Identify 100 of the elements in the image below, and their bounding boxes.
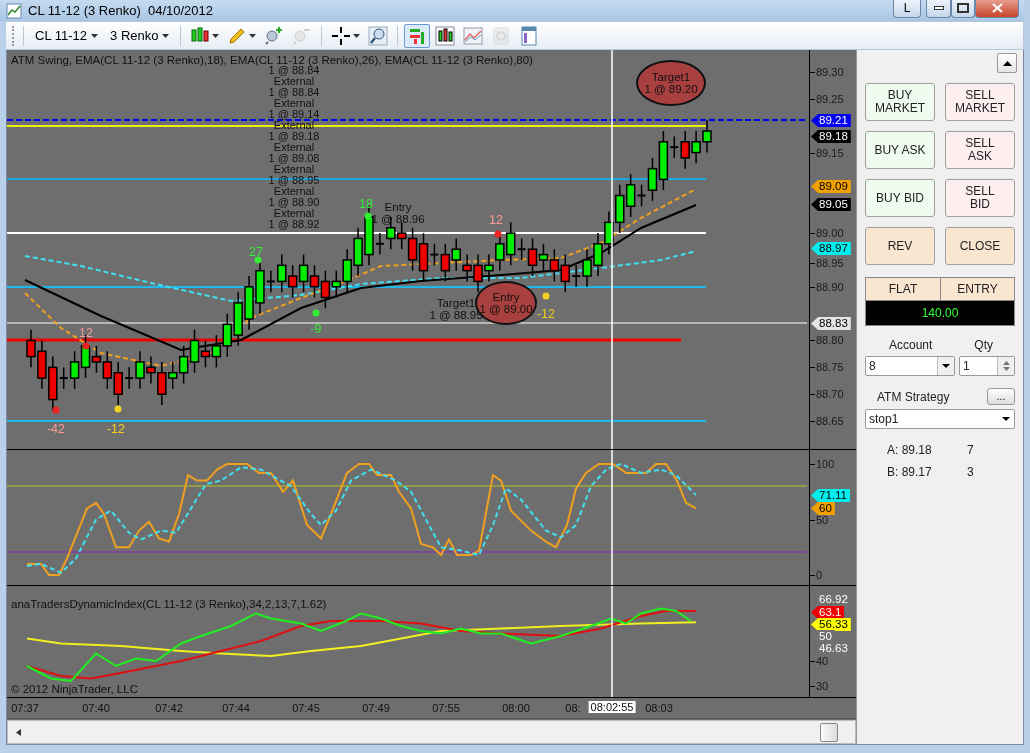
quote-size: 7 [967, 443, 975, 457]
caret-icon [249, 33, 257, 38]
candlestick [462, 253, 472, 283]
field-label: ATM Strategy [877, 389, 950, 404]
quantity-spinner[interactable]: 1 [959, 356, 1015, 376]
candlestick [484, 253, 494, 283]
price-tag: 89.09 [811, 180, 851, 193]
account-dropdown[interactable]: 8 [865, 356, 955, 376]
bar-type-dropdown[interactable]: 3 Renko [105, 25, 175, 46]
axis-label: 88.70 [816, 388, 844, 400]
order-button[interactable]: SELL ASK [945, 131, 1015, 169]
axis-label: 50 [816, 514, 829, 526]
candlestick [26, 329, 36, 369]
indicator-legend: ATM Swing, EMA(CL 11-12 (3 Renko),18), EMA(CL 11-12 (3 Renko),26), EMA(CL 11-12 (3 Renko),80) [11, 54, 533, 66]
strategy-dropdown[interactable]: stop1 [865, 409, 1015, 429]
candlestick [451, 237, 461, 272]
candlestick [320, 269, 331, 310]
order-button[interactable]: BUY MARKET [865, 83, 935, 121]
scroll-thumb[interactable] [820, 723, 838, 742]
position-mode: ENTRY [940, 278, 1014, 300]
candlestick-icon [435, 25, 456, 46]
candlestick [244, 275, 254, 331]
order-button[interactable]: BUY BID [865, 179, 935, 217]
axis-label: 88.75 [816, 361, 844, 373]
time-label: 07:55 [432, 702, 460, 714]
execution-label: 1 @ 88.84 [268, 65, 320, 76]
trade-detail: 1 @ 89.00 [479, 303, 533, 315]
axis-label: 30 [816, 680, 829, 692]
axis-label: 40 [816, 655, 829, 667]
price-tag: 89.05 [811, 198, 851, 211]
price-tag: 89.18 [811, 130, 851, 143]
minimize-button[interactable] [926, 0, 951, 18]
execution-label: External [273, 208, 315, 219]
up-arrow-icon [1002, 60, 1012, 66]
scroll-left-icon[interactable] [16, 729, 21, 736]
window-title: CL 11-12 (3 Renko) 04/10/2012 [28, 3, 213, 18]
field-label: Account [889, 338, 933, 352]
order-button[interactable]: REV [865, 227, 935, 265]
price-tag: 60 [811, 502, 835, 515]
time-label: 08:03 [645, 702, 673, 714]
candlestick [691, 130, 701, 165]
copyright-text: © 2012 NinjaTrader, LLC [11, 683, 138, 695]
candlestick [538, 243, 549, 272]
execution-label: 1 @ 88.92 [268, 219, 320, 230]
axis-label: 88.90 [816, 281, 844, 293]
caret-icon [353, 33, 361, 38]
candlestick [702, 119, 712, 154]
time-label: 07:40 [82, 702, 110, 714]
swing-label: -42 [46, 423, 66, 435]
instrument-dropdown[interactable]: CL 11-12 [30, 25, 104, 46]
time-label: 08:00 [502, 702, 530, 714]
order-button[interactable]: SELL BID [945, 179, 1015, 217]
magnifier-icon [368, 25, 389, 46]
quote-price: A: 89.18 [887, 443, 933, 457]
execution-label: External [273, 76, 315, 87]
caret-icon [212, 33, 220, 38]
maximize-icon [957, 3, 969, 13]
price-tag: 71.11 [811, 489, 850, 502]
quote-size: 3 [967, 465, 975, 479]
execution-label: 1 @ 88.90 [268, 197, 320, 208]
execution-label: 1 @ 89.14 [268, 109, 320, 120]
candlestick [178, 345, 189, 385]
swing-label: -12 [536, 308, 556, 320]
axis-label: 88.95 [816, 257, 844, 269]
app-icon [6, 2, 22, 19]
price-tag: 56.33 [811, 618, 851, 631]
order-button[interactable]: CLOSE [945, 227, 1015, 265]
swing-label: -12 [106, 423, 126, 435]
more-button[interactable]: ... [987, 388, 1015, 405]
indicator-legend: anaTradersDynamicIndex(CL 11-12 (3 Renko),34,2,13,7,1.62) [11, 598, 327, 610]
swing-label: -9 [310, 323, 322, 335]
dropdown-arrow-icon [942, 364, 950, 368]
time-label: 07:44 [222, 702, 250, 714]
trade-label: Entry [384, 201, 412, 213]
order-button[interactable]: BUY ASK [865, 131, 935, 169]
maximize-button[interactable] [951, 0, 975, 18]
crosshair-time: 08:02:55 [588, 701, 636, 713]
axis-label: 88.65 [816, 415, 844, 427]
candlestick [287, 264, 298, 299]
order-button[interactable]: SELL MARKET [945, 83, 1015, 121]
time-label: 07:42 [155, 702, 183, 714]
quote-price: B: 89.17 [887, 465, 933, 479]
trade-detail: 1 @ 89.20 [644, 83, 698, 95]
close-icon [991, 3, 1003, 13]
axis-label: 0 [816, 569, 823, 581]
candlestick [233, 291, 243, 347]
candlestick [309, 264, 320, 299]
candlestick [222, 312, 232, 358]
close-button[interactable] [975, 0, 1019, 18]
execution-label: External [273, 98, 315, 109]
scroll-up-button[interactable] [997, 53, 1017, 73]
execution-label: 1 @ 88.84 [268, 87, 320, 98]
candlestick [211, 334, 222, 369]
axis-label: 100 [816, 458, 835, 470]
coin-icon [491, 25, 512, 46]
candlestick [353, 227, 363, 277]
layout-button[interactable]: L [893, 0, 921, 18]
candlestick [549, 248, 560, 283]
swing-label: 18 [359, 198, 373, 210]
candlestick [102, 350, 113, 390]
